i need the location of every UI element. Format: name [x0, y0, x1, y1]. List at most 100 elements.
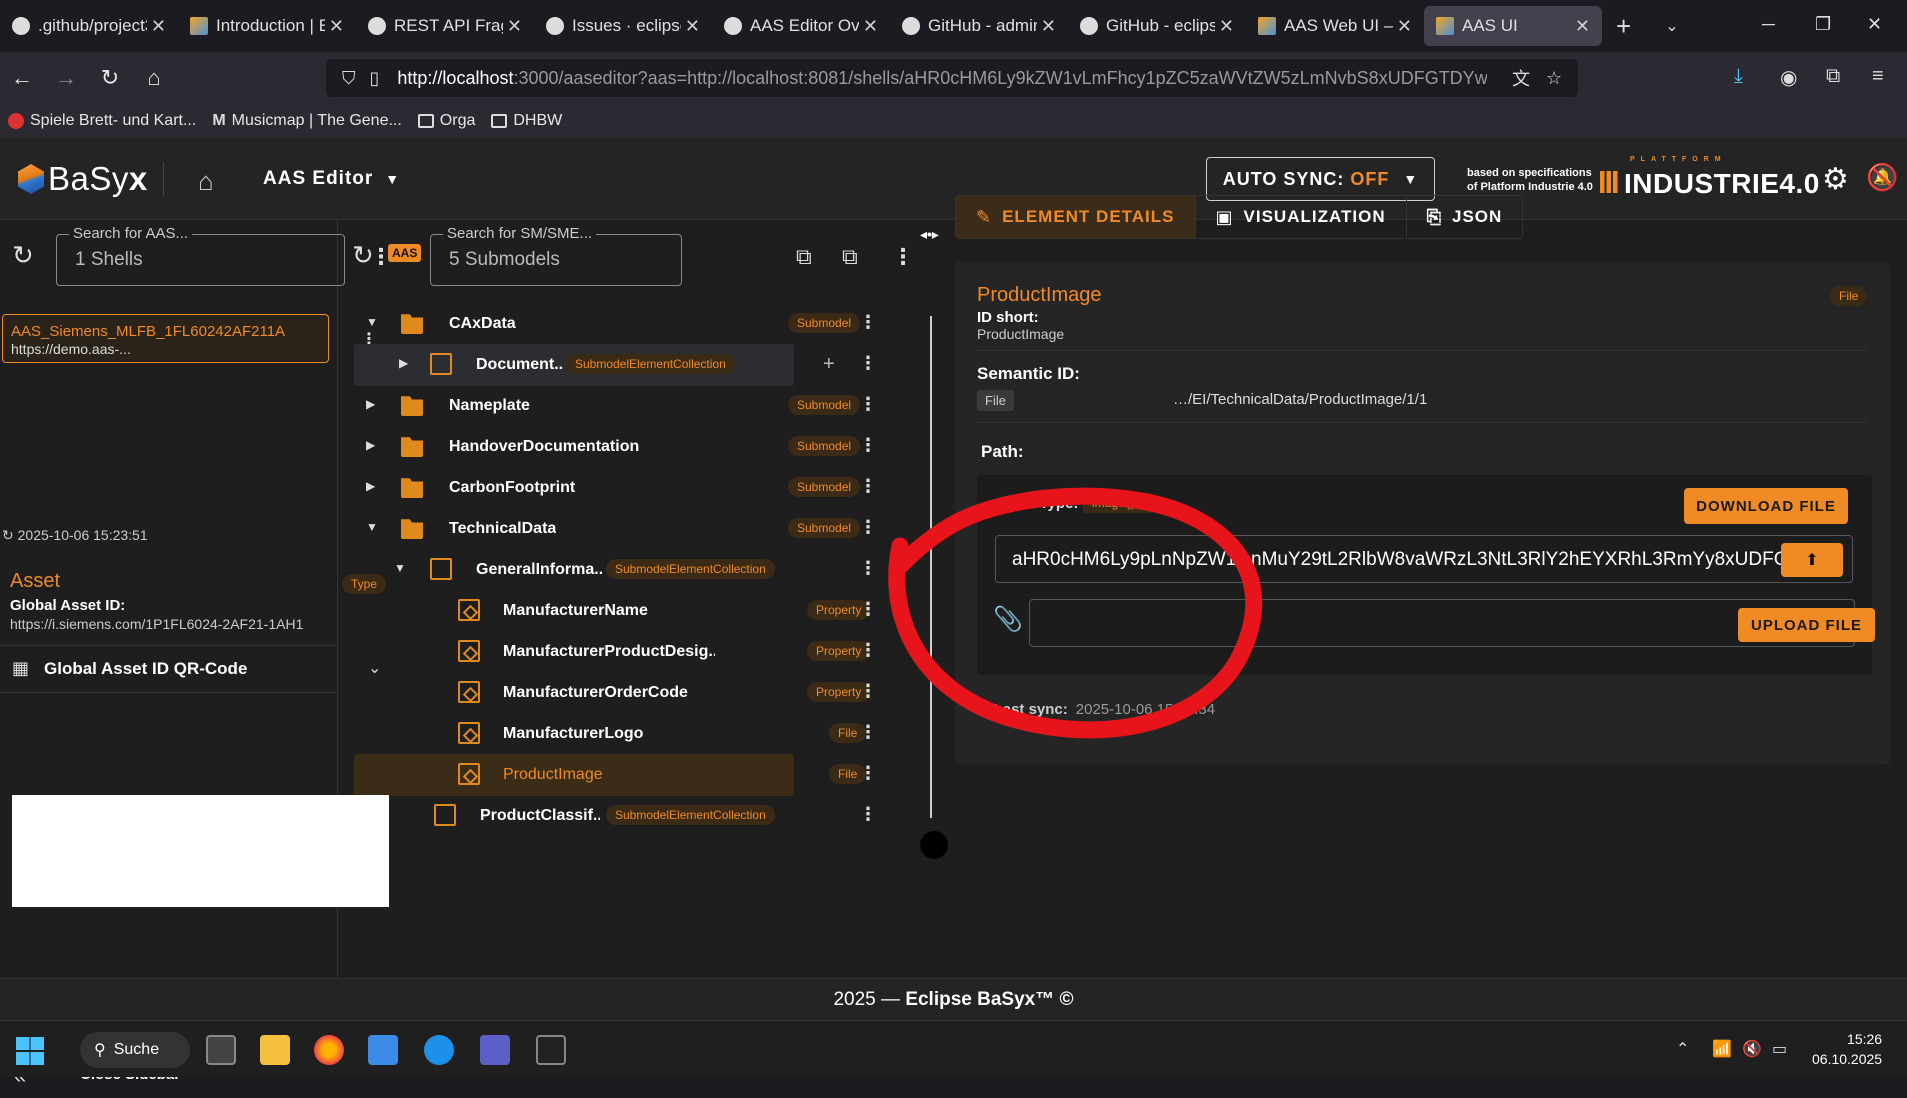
- notifications-off-icon[interactable]: 🔕: [1866, 162, 1898, 193]
- splitter-knob[interactable]: [920, 831, 948, 859]
- taskbar-clock[interactable]: 15:26 06.10.2025: [1812, 1029, 1882, 1069]
- chevron-down-icon[interactable]: ⌄: [1665, 16, 1678, 36]
- taskbar-search[interactable]: ⚲ Suche: [80, 1032, 190, 1068]
- home-icon[interactable]: ⌂: [198, 166, 214, 197]
- tree-item-nameplate[interactable]: ▶ Nameplate Submodel ⋮: [354, 385, 877, 427]
- star-icon[interactable]: ☆: [1546, 68, 1562, 89]
- tree-item-product-classification[interactable]: ProductClassif... SubmodelElementCollect…: [354, 795, 877, 837]
- upload-file-input[interactable]: UPLOAD FILE: [1029, 599, 1875, 647]
- browser-tab[interactable]: AAS Web UI — b✕: [1246, 6, 1424, 46]
- account-icon[interactable]: ◉: [1780, 65, 1797, 90]
- close-icon[interactable]: ✕: [1397, 16, 1412, 37]
- upload-icon[interactable]: ⬆: [1781, 543, 1843, 577]
- forward-icon[interactable]: →: [44, 65, 88, 91]
- submodel-search-input[interactable]: Search for SM/SME... 5 Submodels: [430, 225, 682, 286]
- tree-item-manufacturer-product-designation[interactable]: ManufacturerProductDesig... Property ⋮: [354, 631, 877, 673]
- close-icon[interactable]: ✕: [1575, 16, 1590, 37]
- download-icon[interactable]: ⤓: [1734, 65, 1743, 88]
- shell-list-item[interactable]: AAS_Siemens_MLFB_1FL60242AF211A https://…: [2, 314, 377, 363]
- teams-icon[interactable]: [480, 1035, 510, 1065]
- tree-item-general-information[interactable]: ▼ GeneralInforma... SubmodelElementColle…: [354, 549, 877, 591]
- add-icon[interactable]: +: [823, 353, 835, 376]
- file-path-field[interactable]: aHR0cHM6Ly9pLnNpZW1lbnMuY29tL2RlbW8vaWRz…: [995, 535, 1853, 583]
- bookmark-item[interactable]: Spiele Brett- und Kart...: [8, 112, 196, 130]
- restore-icon[interactable]: ❐: [1815, 14, 1831, 35]
- browser-tab[interactable]: Introduction | Ec✕: [178, 6, 356, 46]
- windows-start-icon[interactable]: [16, 1037, 44, 1065]
- browser-tab[interactable]: GitHub - eclipse ✕: [1068, 6, 1246, 46]
- menu-icon[interactable]: ≡: [1872, 65, 1884, 88]
- element-title: ProductImage: [977, 284, 1102, 306]
- close-icon[interactable]: ✕: [1041, 16, 1056, 37]
- browser-tab[interactable]: GitHub - admin ✕: [890, 6, 1068, 46]
- browser-nav-bar: ← → ↻ ⌂ ⛉ ▯ http://localhost:3000/aasedi…: [0, 52, 1907, 104]
- file-explorer-icon[interactable]: [260, 1035, 290, 1065]
- shield-icon[interactable]: ⛉: [342, 68, 356, 89]
- paperclip-icon[interactable]: 📎: [993, 605, 1023, 634]
- volume-muted-icon[interactable]: 🔇: [1742, 1039, 1762, 1059]
- aas-search-input[interactable]: Search for AAS... 1 Shells: [56, 225, 345, 286]
- upload-file-button[interactable]: UPLOAD FILE: [1738, 608, 1875, 642]
- notepad-icon[interactable]: [368, 1035, 398, 1065]
- bookmark-folder[interactable]: Orga: [417, 112, 475, 130]
- reload-icon[interactable]: ↻: [88, 65, 132, 91]
- tab-element-details[interactable]: ✎ ELEMENT DETAILS: [956, 196, 1196, 238]
- firefox-icon[interactable]: [314, 1035, 344, 1065]
- tab-visualization[interactable]: ▣ VISUALIZATION: [1196, 196, 1407, 238]
- file-path-box: Mime Type: image/jpg DOWNLOAD FILE aHR0c…: [977, 475, 1875, 675]
- bookmark-item[interactable]: M Musicmap | The Gene...: [212, 112, 401, 130]
- tree-item-manufacturer-name[interactable]: ManufacturerName Property ⋮: [354, 590, 877, 632]
- close-window-icon[interactable]: ✕: [1867, 14, 1882, 35]
- tab-json[interactable]: ⎘ JSON: [1407, 196, 1523, 238]
- refresh-icon[interactable]: ↻: [12, 240, 34, 271]
- collapse-all-icon[interactable]: ⧉: [842, 244, 858, 270]
- more-options-icon[interactable]: ⋮: [892, 244, 914, 270]
- basyx-logo[interactable]: BaSy x: [18, 160, 148, 198]
- tree-item-product-image-selected[interactable]: ProductImage File ⋮: [354, 754, 877, 796]
- resize-handle-icon[interactable]: ◂•▸: [920, 226, 939, 243]
- back-icon[interactable]: ←: [0, 65, 44, 91]
- tree-item-manufacturer-order-code[interactable]: ManufacturerOrderCode Property ⋮: [354, 672, 877, 714]
- download-file-button[interactable]: DOWNLOAD FILE: [1684, 488, 1848, 524]
- close-icon[interactable]: ✕: [151, 16, 166, 37]
- tree-item-carbon-footprint[interactable]: ▶ CarbonFootprint Submodel ⋮: [354, 467, 877, 509]
- tree-item-technical-data[interactable]: ▼ TechnicalData Submodel ⋮: [354, 508, 877, 550]
- close-icon[interactable]: ✕: [685, 16, 700, 37]
- app-menu-button[interactable]: AAS Editor ▼: [263, 168, 400, 190]
- chevron-down-icon: ▼: [385, 171, 401, 187]
- close-icon[interactable]: ✕: [507, 16, 522, 37]
- close-icon[interactable]: ✕: [329, 16, 344, 37]
- close-icon[interactable]: ✕: [1219, 16, 1234, 37]
- aas-badge-icon[interactable]: AAS: [388, 244, 422, 262]
- browser-tab[interactable]: REST API Fragen✕: [356, 6, 534, 46]
- chevron-up-icon[interactable]: ⌃: [1676, 1039, 1689, 1059]
- tree-item-caxdata[interactable]: ▼ CAxData Submodel ⋮: [354, 303, 877, 345]
- terminal-app-icon[interactable]: [206, 1035, 236, 1065]
- gear-icon[interactable]: ⚙: [1822, 162, 1849, 197]
- browser-tab[interactable]: .github/project3 ✕: [0, 6, 178, 46]
- browser-tab[interactable]: Issues · eclipse-b✕: [534, 6, 712, 46]
- tree-item-document[interactable]: ▶ Document... SubmodelElementCollection …: [354, 344, 877, 386]
- close-icon[interactable]: ✕: [863, 16, 878, 37]
- tree-item-handover-documentation[interactable]: ▶ HandoverDocumentation Submodel ⋮: [354, 426, 877, 468]
- browser-tab[interactable]: AAS Editor Over✕: [712, 6, 890, 46]
- extensions-icon[interactable]: ⧉: [1826, 65, 1840, 88]
- splitter-line[interactable]: [930, 316, 932, 818]
- address-bar[interactable]: ⛉ ▯ http://localhost:3000/aaseditor?aas=…: [326, 59, 1578, 97]
- translate-icon[interactable]: 文: [1512, 65, 1530, 91]
- qr-code-expander[interactable]: ▦ Global Asset ID QR-Code ⌄: [0, 645, 381, 693]
- new-tab-icon[interactable]: +: [1616, 11, 1631, 42]
- refresh-icon[interactable]: ↻: [352, 240, 374, 271]
- minimize-icon[interactable]: ─: [1762, 14, 1775, 35]
- docker-icon[interactable]: [424, 1035, 454, 1065]
- divider: [977, 350, 1867, 351]
- tree-item-manufacturer-logo[interactable]: ManufacturerLogo File ⋮: [354, 713, 877, 755]
- wifi-icon[interactable]: 📶: [1712, 1039, 1732, 1059]
- browser-tab-active[interactable]: AAS UI ✕: [1424, 6, 1602, 46]
- home-icon[interactable]: ⌂: [132, 65, 176, 91]
- expand-all-icon[interactable]: ⧉: [796, 244, 812, 270]
- battery-icon[interactable]: ▭: [1772, 1039, 1787, 1059]
- console-icon[interactable]: [536, 1035, 566, 1065]
- bookmark-folder[interactable]: DHBW: [491, 112, 562, 130]
- folder-icon: [417, 114, 434, 128]
